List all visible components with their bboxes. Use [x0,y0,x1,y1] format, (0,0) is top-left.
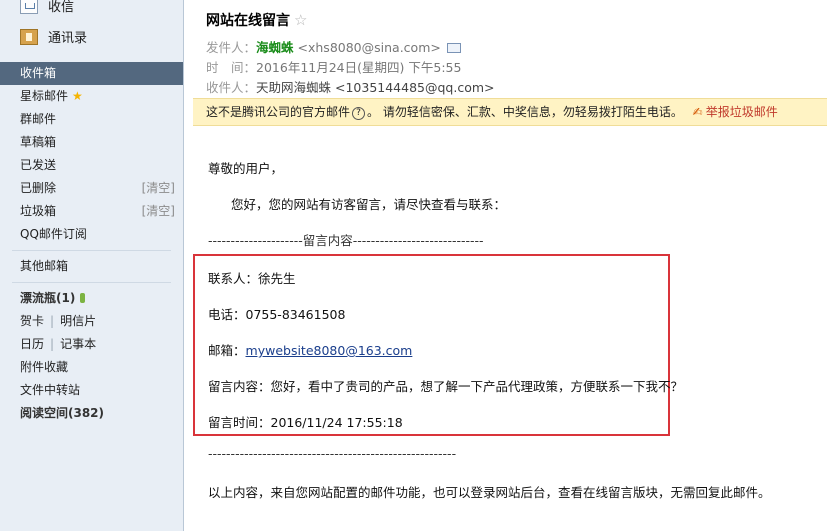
content-divider-top: ---------------------留言内容---------------… [208,233,484,248]
folder-group-mail[interactable]: 群邮件 [0,108,183,131]
email-link[interactable]: mywebsite8080@163.com [246,343,413,358]
to-label: 收件人： [206,80,257,95]
folder-label: QQ邮件订阅 [20,227,87,241]
folder-label: 附件收藏 [20,360,69,374]
intro-text: 您好，您的网站有访客留言，请尽快查看与联系： [231,197,507,212]
empty-spam-button[interactable]: [清空] [142,200,175,223]
folder-spam[interactable]: 垃圾箱 [清空] [0,200,183,223]
inbox-icon [20,0,38,14]
warning-text-2: 。 请勿轻信密保、汇款、中奖信息，勿轻易拨打陌生电话。 [367,105,683,119]
mail-view: 网站在线留言 ☆ 发件人：海蜘蛛 <xhs8080@sina.com> 时 间：2… [193,0,827,531]
folder-label: 群邮件 [20,112,57,126]
time-value: 2016年11月24日(星期四) 下午5:55 [256,60,462,75]
folder-sent[interactable]: 已发送 [0,154,183,177]
sender-name[interactable]: 海蜘蛛 [256,40,294,55]
folder-label: 文件中转站 [20,383,81,397]
postcard-link[interactable]: 明信片 [60,314,96,328]
folder-label: 垃圾箱 [20,204,57,218]
folder-inbox[interactable]: 收件箱 [0,62,183,85]
mail-subject: 网站在线留言 ☆ [206,10,307,30]
file-transfer-link[interactable]: 文件中转站 [0,379,183,402]
message-highlight-box: 联系人：徐先生 电话：0755-83461508 邮箱：mywebsite808… [193,254,683,436]
attachments-link[interactable]: 附件收藏 [0,356,183,379]
warning-text: 这不是腾讯公司的官方邮件 [206,105,351,119]
time-row: 时 间：2016年11月24日(星期四) 下午5:55 [206,57,461,76]
notepad-link[interactable]: 记事本 [60,337,96,351]
folder-label: 草稿箱 [20,135,57,149]
folder-qq-subscription[interactable]: QQ邮件订阅 [0,223,183,246]
footer-note: 以上内容，来自您网站配置的邮件功能，也可以登录网站后台，查看在线留言版块，无需回… [208,485,771,500]
star-icon[interactable]: ☆ [294,11,307,29]
greeting-card-link[interactable]: 贺卡 [20,314,44,328]
contacts-label: 通讯录 [48,31,88,46]
email-field: 邮箱：mywebsite8080@163.com [208,340,412,359]
separator: | [50,314,55,328]
drift-bottle-label: 漂流瓶(1) [20,291,76,305]
bottle-icon [80,293,86,303]
folder-label: 其他邮箱 [20,259,69,273]
report-spam-label: 举报垃圾邮件 [705,105,778,119]
sender-address: <xhs8080@sina.com> [297,40,441,55]
time-label: 时 间： [206,60,257,75]
folder-starred[interactable]: 星标邮件 ★ [0,85,183,108]
receive-mail-label: 收信 [48,0,75,15]
star-icon: ★ [72,89,83,103]
help-icon[interactable]: ? [352,107,366,120]
folder-label: 已发送 [20,158,57,172]
calendar-link[interactable]: 日历 [20,337,44,351]
folder-other-mailbox[interactable]: 其他邮箱 [0,255,183,278]
cards-row: 贺卡 | 明信片 [0,310,183,333]
greeting-text: 尊敬的用户， [208,161,284,176]
message-field: 留言内容：您好，看中了贵司的产品，想了解一下产品代理政策，方便联系一下我不？ [208,379,684,394]
content-divider-bottom: ----------------------------------------… [208,446,457,461]
divider [12,282,171,283]
email-label: 邮箱： [208,343,246,358]
recipient-row: 收件人：天助网海蜘蛛 <1035144485@qq.com> [206,77,495,96]
separator: | [50,337,55,351]
subject-text: 网站在线留言 [206,13,290,29]
contact-card-icon[interactable] [446,43,461,53]
folder-list: 收件箱 星标邮件 ★ 群邮件 草稿箱 已发送 已删除 [清空] 垃圾箱 [清空] QQ… [0,62,183,425]
folder-label: 已删除 [20,181,57,195]
sender-row: 发件人：海蜘蛛 <xhs8080@sina.com> [206,37,461,56]
drift-bottle-link[interactable]: 漂流瓶(1) [0,287,183,310]
sidebar: 收信 通讯录 收件箱 星标邮件 ★ 群邮件 草稿箱 已发送 已删除 [清空] 垃圾箱… [0,0,184,531]
recipient-value: 天助网海蜘蛛 <1035144485@qq.com> [256,80,495,95]
reading-space-link[interactable]: 阅读空间(382) [0,402,183,425]
receive-mail-link[interactable]: 收信 [20,0,74,15]
tools-row: 日历 | 记事本 [0,333,183,356]
divider [12,250,171,251]
folder-deleted[interactable]: 已删除 [清空] [0,177,183,200]
empty-deleted-button[interactable]: [清空] [142,177,175,200]
report-spam-link[interactable]: ✍ 举报垃圾邮件 [693,105,778,119]
folder-label: 收件箱 [20,66,57,80]
folder-drafts[interactable]: 草稿箱 [0,131,183,154]
from-label: 发件人： [206,40,257,55]
contacts-link[interactable]: 通讯录 [20,27,87,46]
phone-field: 电话：0755-83461508 [208,307,346,322]
contact-field: 联系人：徐先生 [208,271,296,286]
security-warning-bar: 这不是腾讯公司的官方邮件?。 请勿轻信密保、汇款、中奖信息，勿轻易拨打陌生电话。… [193,98,827,126]
message-time-field: 留言时间：2016/11/24 17:55:18 [208,415,403,430]
folder-label: 阅读空间(382) [20,406,105,420]
address-book-icon [20,28,38,45]
folder-label: 星标邮件 [20,89,69,103]
report-icon: ✍ [692,105,703,119]
